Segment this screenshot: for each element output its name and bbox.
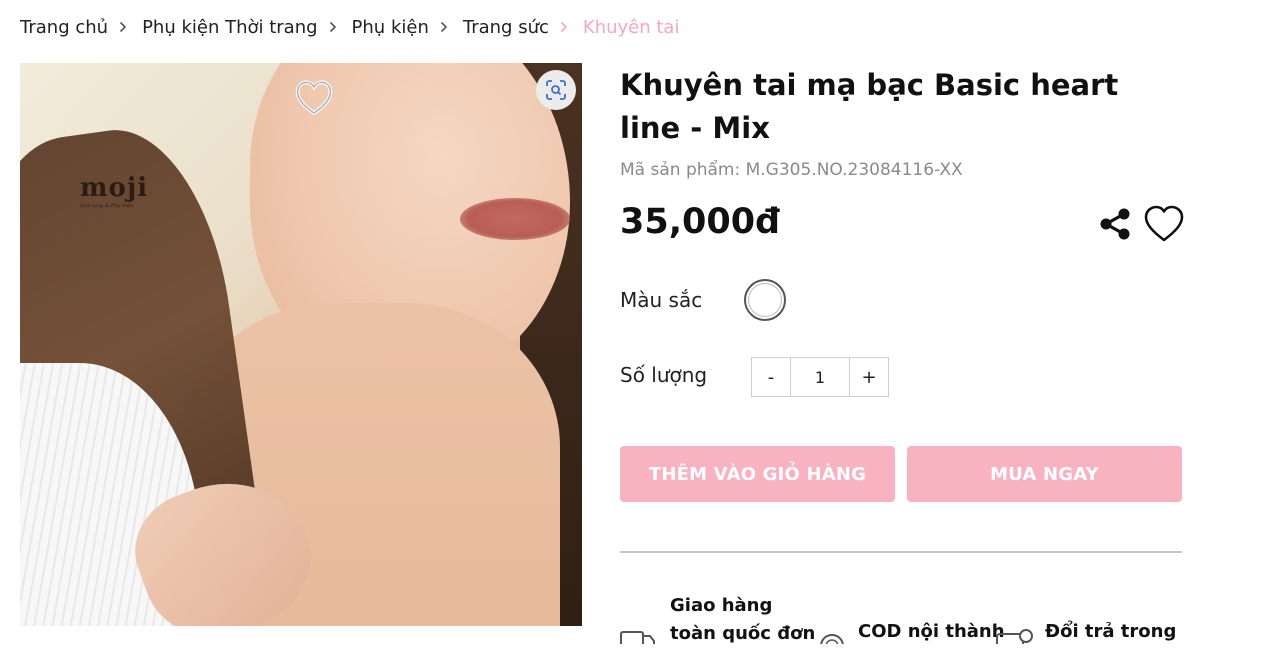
breadcrumb-current: Khuyên tai — [582, 16, 680, 38]
color-swatch-fill — [748, 283, 782, 317]
chevron-right-icon — [119, 21, 127, 33]
breadcrumb: Trang chủ Phụ kiện Thời trang Phụ kiện T… — [20, 14, 679, 40]
watermark-logo: moji — [80, 173, 149, 203]
share-icon[interactable] — [1098, 206, 1134, 242]
add-to-cart-button[interactable]: THÊM VÀO GIỎ HÀNG — [620, 446, 895, 502]
heart-wishlist-icon[interactable] — [1143, 205, 1185, 243]
cod-icon — [820, 634, 844, 644]
buy-now-button[interactable]: MUA NGAY — [907, 446, 1182, 502]
image-lips — [460, 198, 570, 240]
scan-zoom-icon — [546, 80, 566, 100]
breadcrumb-jewelry[interactable]: Trang sức — [463, 17, 549, 38]
quantity-stepper: - + — [751, 357, 889, 397]
watermark-tagline: Quà tặng & Phụ kiện — [80, 203, 134, 209]
feature-shipping: Giao hàng toàn quốc đơn — [670, 595, 816, 644]
decrement-button[interactable]: - — [752, 358, 790, 396]
zoom-button[interactable] — [536, 70, 576, 110]
chevron-right-icon — [560, 21, 568, 33]
color-label: Màu sắc — [620, 288, 703, 312]
heart-earring-icon — [295, 80, 333, 116]
breadcrumb-home[interactable]: Trang chủ — [20, 17, 108, 38]
divider — [620, 551, 1182, 553]
chevron-right-icon — [440, 21, 448, 33]
chevron-right-icon — [329, 21, 337, 33]
breadcrumb-accessories[interactable]: Phụ kiện — [352, 17, 429, 38]
increment-button[interactable]: + — [850, 358, 888, 396]
quantity-label: Số lượng — [620, 363, 708, 387]
breadcrumb-fashion-accessories[interactable]: Phụ kiện Thời trang — [142, 17, 317, 38]
quantity-input[interactable] — [790, 358, 850, 396]
watermark: moji Quà tặng & Phụ kiện — [80, 173, 148, 209]
product-sku: Mã sản phẩm: M.G305.NO.23084116-XX — [620, 160, 963, 180]
product-price: 35,000đ — [620, 202, 781, 242]
color-swatch-white[interactable] — [744, 279, 786, 321]
product-title: Khuyên tai mạ bạc Basic heart line - Mix — [620, 68, 1119, 145]
product-image[interactable]: moji Quà tặng & Phụ kiện — [20, 63, 582, 626]
